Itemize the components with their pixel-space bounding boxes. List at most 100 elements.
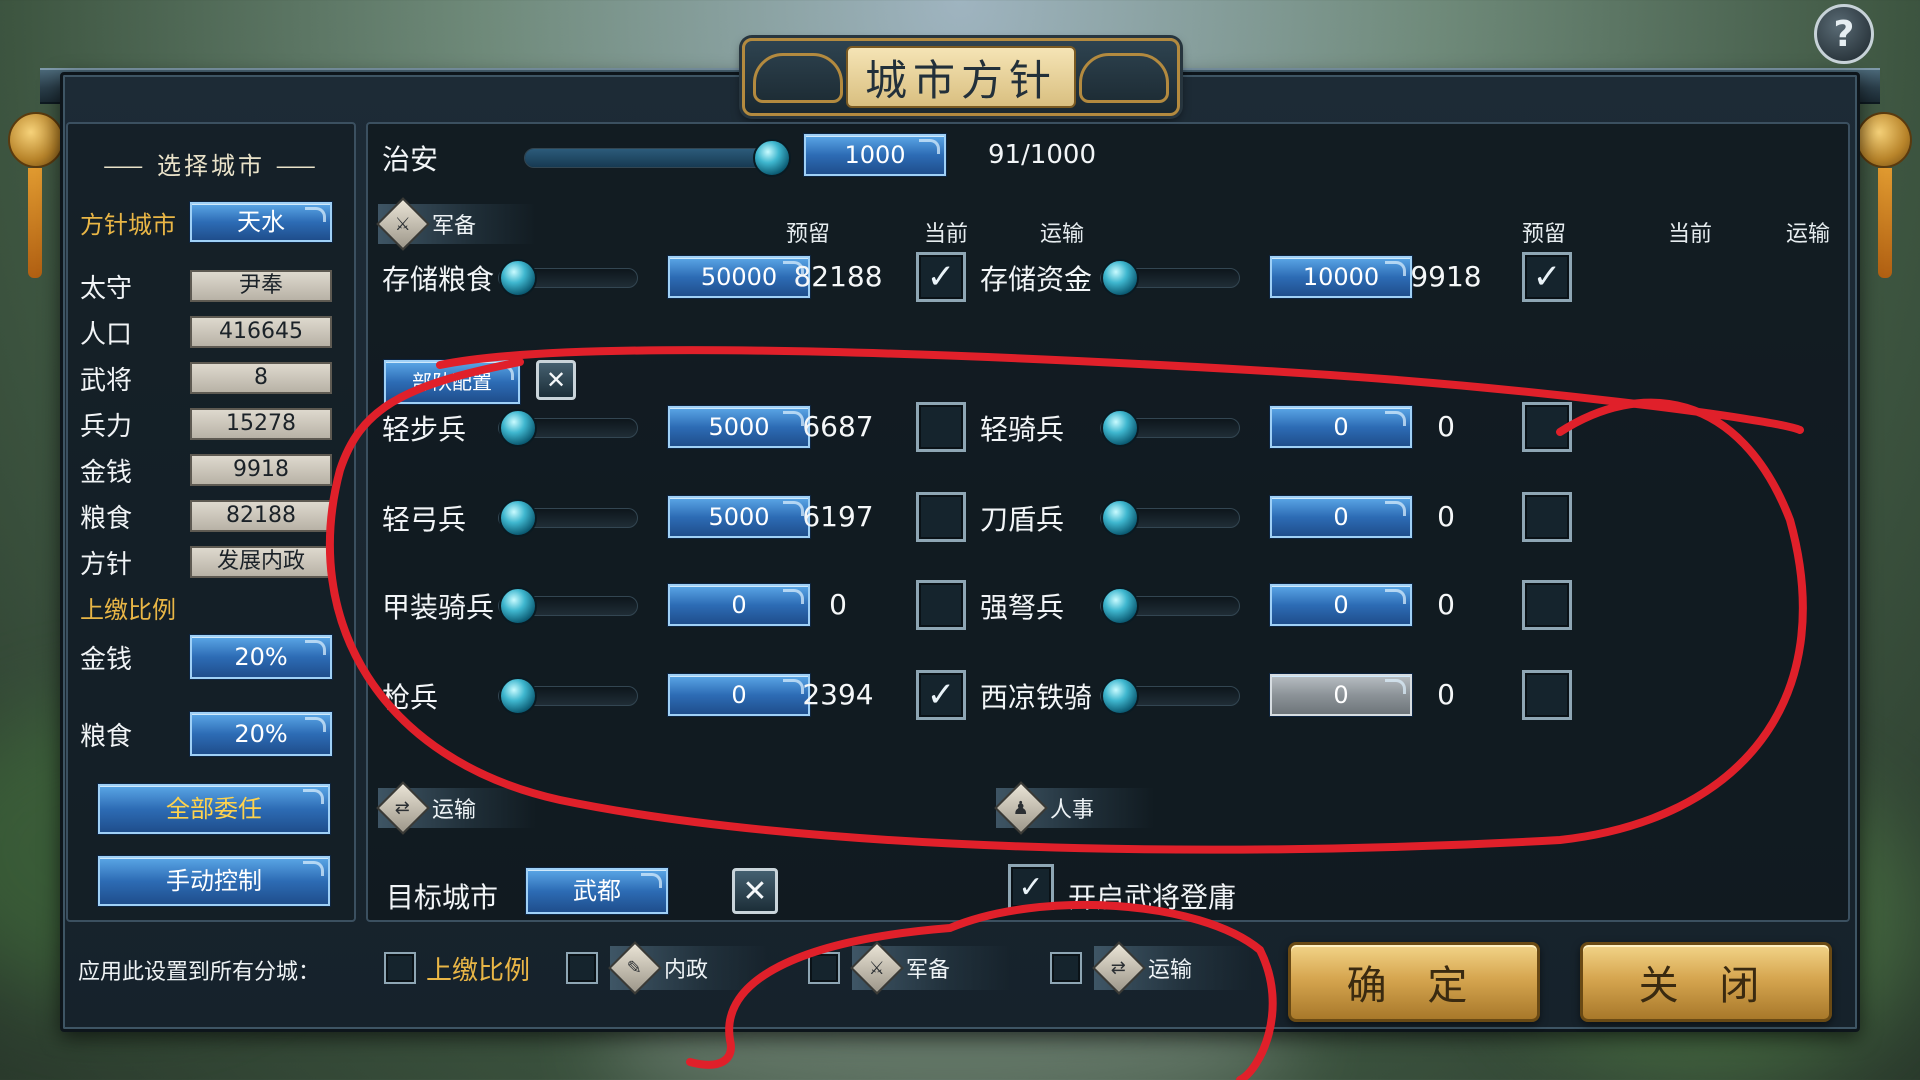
stat-value: 15278 (190, 408, 332, 440)
policy-city-select[interactable]: 天水 (190, 202, 332, 242)
personnel-icon: ♟ (994, 781, 1048, 835)
policy-city-row: 方针城市 天水 (80, 202, 350, 242)
troop-config-button[interactable]: 部队配置 (384, 360, 520, 404)
apply-domestic-label: 内政 (664, 958, 709, 983)
storage-label: 存储资金 (980, 263, 1093, 296)
troop-transport-checkbox[interactable] (1522, 580, 1572, 630)
close-button[interactable]: 关 闭 (1580, 942, 1832, 1022)
stat-value: 尹奉 (190, 270, 332, 302)
troop-transport-checkbox[interactable]: ✓ (916, 670, 966, 720)
apply-military-tag: ⚔ 军备 (850, 941, 1011, 995)
manual-control-button[interactable]: 手动控制 (98, 856, 330, 906)
troop-slider[interactable] (1100, 499, 1240, 537)
question-icon: ? (1833, 13, 1855, 55)
troop-slider-knob[interactable] (1101, 677, 1139, 715)
tax-food-select[interactable]: 20% (190, 712, 332, 756)
troop-slider[interactable] (498, 677, 638, 715)
confirm-button[interactable]: 确 定 (1288, 942, 1540, 1022)
scroll-ornament-icon (1079, 53, 1169, 103)
troop-slider-knob[interactable] (1101, 587, 1139, 625)
troop-slider[interactable] (498, 499, 638, 537)
col-reserve-right: 预留 (1522, 222, 1567, 247)
apply-domestic-checkbox[interactable] (566, 952, 598, 984)
stat-value: 82188 (190, 500, 332, 532)
troop-slider[interactable] (498, 409, 638, 447)
storage-label: 存储粮食 (382, 263, 495, 296)
help-button[interactable]: ? (1814, 4, 1874, 64)
enable-recruit-label: 开启武将登庸 (1068, 881, 1237, 914)
storage-slider[interactable] (1100, 259, 1240, 297)
select-city-title: ⸺ 选择城市 ⸺ (103, 152, 319, 180)
tax-money-label: 金钱 (80, 644, 133, 675)
city-select-panel: ⸺ 选择城市 ⸺ 方针城市 天水 太守 尹奉 人口 416645 武将 8 兵力 15278 金… (66, 122, 356, 922)
storage-slider[interactable] (498, 259, 638, 297)
stat-label: 武将 (80, 365, 133, 396)
troop-slider[interactable] (1100, 587, 1240, 625)
troop-slider[interactable] (1100, 409, 1240, 447)
troop-config-clear-button[interactable]: ✕ (536, 360, 576, 400)
troop-current: 6687 (802, 410, 874, 443)
delegate-all-button[interactable]: 全部委任 (98, 784, 330, 834)
target-city-clear-button[interactable]: ✕ (732, 868, 778, 914)
troop-label: 甲装骑兵 (382, 591, 495, 624)
transport-section-tag: ⇄ 运输 (376, 781, 537, 835)
target-city-select[interactable]: 武都 (526, 868, 668, 914)
checkmark-icon: ✓ (1018, 869, 1044, 905)
apply-military-checkbox[interactable] (808, 952, 840, 984)
security-slider-knob[interactable] (753, 139, 791, 177)
security-slider[interactable] (524, 139, 791, 177)
col-reserve-left: 预留 (786, 222, 831, 247)
troop-slider-knob[interactable] (1101, 499, 1139, 537)
tax-row-money: 金钱 20% (80, 635, 350, 679)
personnel-section-label: 人事 (1050, 798, 1095, 823)
troop-current: 6197 (802, 500, 874, 533)
storage-slider-knob[interactable] (1101, 259, 1139, 297)
troop-transport-checkbox[interactable] (1522, 402, 1572, 452)
close-icon: ✕ (545, 366, 567, 394)
storage-transport-checkbox[interactable]: ✓ (916, 252, 966, 302)
checkmark-icon: ✓ (1532, 257, 1562, 297)
troop-slider[interactable] (1100, 677, 1240, 715)
apply-all-bar: 应用此设置到所有分城： 上缴比例 ✎ 内政 ⚔ 军备 ⇄ 运输 (66, 928, 1266, 1008)
stat-label: 人口 (80, 319, 133, 350)
policy-city-label: 方针城市 (80, 210, 176, 239)
stat-value: 416645 (190, 316, 332, 348)
troop-transport-checkbox[interactable] (916, 580, 966, 630)
target-city-label: 目标城市 (386, 881, 499, 914)
stat-row: 粮食 82188 (80, 498, 350, 534)
troop-slider-knob[interactable] (499, 409, 537, 447)
tassel-left (28, 168, 42, 278)
apply-transport-label: 运输 (1148, 958, 1193, 983)
stat-row: 方针 发展内政 (80, 544, 350, 580)
troop-slider-knob[interactable] (499, 587, 537, 625)
troop-slider-knob[interactable] (499, 677, 537, 715)
apply-tax-checkbox[interactable] (384, 952, 416, 984)
storage-slider-knob[interactable] (499, 259, 537, 297)
select-city-title-text: 选择城市 (157, 152, 265, 180)
troop-transport-checkbox[interactable] (1522, 670, 1572, 720)
tax-money-select[interactable]: 20% (190, 635, 332, 679)
troop-slider-knob[interactable] (1101, 409, 1139, 447)
col-transport-left: 运输 (1040, 222, 1085, 247)
troop-label: 刀盾兵 (980, 503, 1065, 536)
security-label: 治安 (382, 143, 439, 176)
security-current: 91/1000 (988, 140, 1097, 170)
transport-icon: ⇄ (376, 781, 430, 835)
troop-current: 0 (1437, 500, 1455, 533)
stat-row: 金钱 9918 (80, 452, 350, 488)
military-section-tag: ⚔ 军备 (376, 197, 537, 251)
enable-recruit-checkbox[interactable]: ✓ (1008, 864, 1054, 910)
title-plate: 城市方针 (742, 38, 1180, 116)
troop-slider[interactable] (498, 587, 638, 625)
troop-transport-checkbox[interactable] (916, 492, 966, 542)
storage-transport-checkbox[interactable]: ✓ (1522, 252, 1572, 302)
apply-all-label: 应用此设置到所有分城： (78, 960, 321, 985)
security-value-input[interactable]: 1000 (804, 134, 946, 176)
apply-transport-tag: ⇄ 运输 (1092, 941, 1253, 995)
close-icon: ✕ (742, 873, 768, 909)
storage-current: 9918 (1410, 260, 1482, 293)
apply-transport-checkbox[interactable] (1050, 952, 1082, 984)
troop-transport-checkbox[interactable] (1522, 492, 1572, 542)
troop-slider-knob[interactable] (499, 499, 537, 537)
troop-transport-checkbox[interactable] (916, 402, 966, 452)
